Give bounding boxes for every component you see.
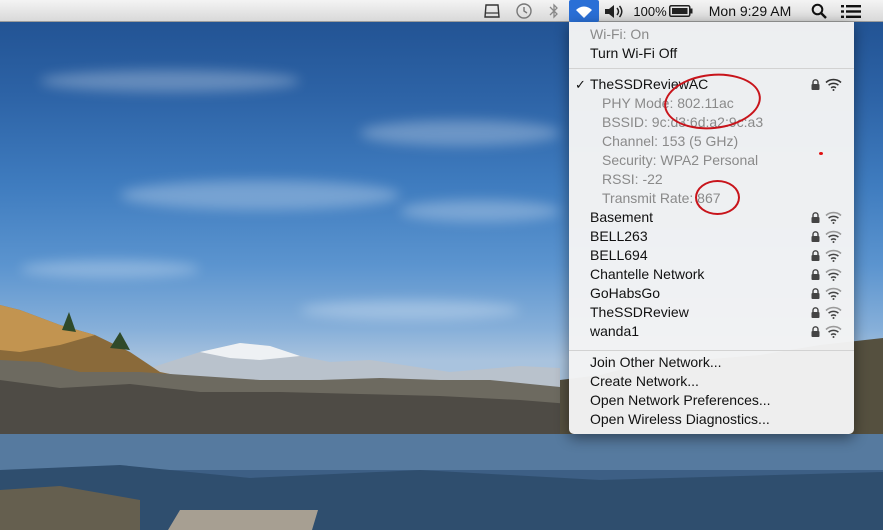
wifi-signal-icon xyxy=(825,249,842,262)
lock-icon xyxy=(811,326,820,337)
network-name: Basement xyxy=(590,209,654,225)
turn-wifi-off-item[interactable]: Turn Wi-Fi Off xyxy=(569,44,854,63)
detail-security: Security: WPA2 Personal xyxy=(602,152,759,168)
wifi-icon[interactable] xyxy=(569,0,599,22)
network-item[interactable]: GoHabsGo xyxy=(569,284,854,303)
wifi-signal-icon xyxy=(825,230,842,243)
volume-icon[interactable] xyxy=(602,0,626,22)
time-machine-icon[interactable] xyxy=(512,0,536,22)
wifi-signal-icon xyxy=(825,268,842,281)
network-item[interactable]: BELL694 xyxy=(569,246,854,265)
clipboard-icon[interactable] xyxy=(480,0,504,22)
wifi-status: Wi-Fi: On xyxy=(590,26,650,42)
wifi-signal-icon xyxy=(825,325,842,338)
battery-icon[interactable] xyxy=(668,0,694,22)
detail-channel: Channel: 153 (5 GHz) xyxy=(602,133,739,149)
network-name: BELL694 xyxy=(590,247,648,263)
network-name: wanda1 xyxy=(590,323,640,339)
wifi-signal-icon xyxy=(825,211,842,224)
lock-icon xyxy=(811,269,820,280)
spotlight-search-icon[interactable] xyxy=(808,0,830,22)
wifi-signal-icon xyxy=(825,306,842,319)
menu-separator xyxy=(569,350,854,351)
network-item[interactable]: Chantelle Network xyxy=(569,265,854,284)
open-network-preferences-item[interactable]: Open Network Preferences... xyxy=(569,391,854,410)
network-item[interactable]: BELL263 xyxy=(569,227,854,246)
network-item[interactable]: wanda1 xyxy=(569,322,854,341)
menu-separator xyxy=(569,68,854,69)
lock-icon xyxy=(811,79,820,90)
notification-list-icon[interactable] xyxy=(838,0,864,22)
lock-icon xyxy=(811,288,820,299)
bluetooth-icon[interactable] xyxy=(544,0,564,22)
lock-icon xyxy=(811,307,820,318)
create-network-item[interactable]: Create Network... xyxy=(569,372,854,391)
clock[interactable]: Mon 9:29 AM xyxy=(700,0,800,22)
open-wireless-diagnostics-item[interactable]: Open Wireless Diagnostics... xyxy=(569,410,854,429)
checkmark-icon: ✓ xyxy=(575,77,586,92)
lock-icon xyxy=(811,231,820,242)
wifi-signal-icon xyxy=(825,78,842,91)
join-other-network-item[interactable]: Join Other Network... xyxy=(569,353,854,372)
annotation-dot xyxy=(819,152,823,155)
network-name: GoHabsGo xyxy=(590,285,661,301)
network-name: TheSSDReview xyxy=(590,304,689,320)
annotation-circle-rate xyxy=(695,180,740,215)
lock-icon xyxy=(811,212,820,223)
network-name: BELL263 xyxy=(590,228,648,244)
lock-icon xyxy=(811,250,820,261)
menu-bar: 100% Mon 9:29 AM xyxy=(0,0,883,22)
battery-percent[interactable]: 100% xyxy=(632,0,668,22)
wifi-signal-icon xyxy=(825,287,842,300)
network-name: Chantelle Network xyxy=(590,266,705,282)
wifi-menu: Wi-Fi: On Turn Wi-Fi Off ✓ TheSSDReviewA… xyxy=(569,22,854,434)
network-item[interactable]: TheSSDReview xyxy=(569,303,854,322)
